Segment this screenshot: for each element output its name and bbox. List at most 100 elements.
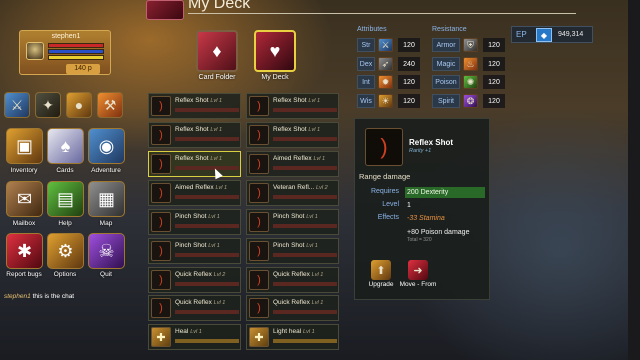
deck-card-slot[interactable]: ) Pinch Shot Lvl 1 <box>246 209 339 235</box>
res-magic-value: 120 <box>483 57 505 71</box>
bow-icon: ) <box>151 183 171 203</box>
deck-card-slot[interactable]: ) Aimed Reflex Lvl 1 <box>148 180 241 206</box>
help-label: Help <box>58 220 72 227</box>
resistance-heading: Resistance <box>432 26 467 33</box>
bow-icon: ) <box>151 270 171 290</box>
card-level: Lvl 1 <box>313 156 326 162</box>
bow-icon: ) <box>249 212 269 232</box>
deck-card-slot[interactable]: ) Veteran Refl... Lvl 2 <box>246 180 339 206</box>
mailbox-button[interactable]: ✉ <box>6 181 43 217</box>
deck-card-slot[interactable]: ) Quick Reflex Lvl 1 <box>246 295 339 321</box>
card-level: Lvl 2 <box>316 185 328 191</box>
card-bar <box>273 339 337 343</box>
deck-card-slot[interactable]: ) Quick Reflex Lvl 1 <box>246 267 339 293</box>
move-from-button[interactable]: ➜ <box>408 260 428 280</box>
map-label: Map <box>99 220 113 227</box>
cards-button[interactable]: ♠ <box>47 128 84 164</box>
move-icon: ➜ <box>413 264 423 277</box>
card-folder-icon: ♦ <box>212 40 222 61</box>
options-button[interactable]: ⚙ <box>47 233 84 269</box>
report-bugs-button[interactable]: ✱ <box>6 233 43 269</box>
card-bar <box>175 282 239 286</box>
sword-icon: ⚔ <box>378 38 393 52</box>
deck-card-slot[interactable]: ✚ Light heal Lvl 1 <box>246 324 339 350</box>
card-bar <box>175 253 239 257</box>
card-name: Reflex Shot <box>273 126 307 133</box>
move-from-label: Move - From <box>399 281 437 288</box>
attr-dex-label: Dex <box>357 57 375 71</box>
help-button[interactable]: ▤ <box>47 181 84 217</box>
card-bar <box>273 282 337 286</box>
res-poison-value: 120 <box>483 75 505 89</box>
card-name: Pinch Shot <box>175 242 207 249</box>
skull-icon: ☠ <box>98 240 115 261</box>
card-bar <box>273 137 337 141</box>
effect-total: Total = 320 <box>407 237 432 243</box>
flame-icon: ♨ <box>463 57 478 71</box>
res-armor-label: Armor <box>432 38 460 52</box>
bow-icon: ) <box>151 96 171 116</box>
poison-icon: ✺ <box>463 75 478 89</box>
card-level: Lvl 1 <box>210 156 223 162</box>
card-folder-button[interactable]: ♦ <box>196 30 238 72</box>
upgrade-button[interactable]: ⬆ <box>371 260 391 280</box>
card-level: Lvl 1 <box>308 127 321 133</box>
deck-card-slot[interactable]: ) Reflex Shot Lvl 1 <box>246 93 339 119</box>
res-spirit-value: 120 <box>483 94 505 108</box>
my-deck-label: My Deck <box>261 74 289 81</box>
bow-icon: ) <box>249 154 269 174</box>
detail-rarity: Rarity +1 <box>409 148 432 154</box>
card-name: Reflex Shot <box>175 126 209 133</box>
claw-icon[interactable]: ✦ <box>35 92 61 118</box>
card-level: Lvl 1 <box>306 243 318 249</box>
deck-card-slot-selected[interactable]: ) Reflex Shot Lvl 1 <box>148 151 241 177</box>
deck-card-slot[interactable]: ) Quick Reflex Lvl 1 <box>148 295 241 321</box>
deck-card-slot[interactable]: ) Pinch Shot Lvl 1 <box>148 209 241 235</box>
health-bar <box>48 43 104 48</box>
ep-label: EP <box>516 30 527 39</box>
axe-icon[interactable]: ⚒ <box>97 92 123 118</box>
deck-card-slot[interactable]: ) Reflex Shot Lvl 1 <box>148 93 241 119</box>
bow-icon: ) <box>151 298 171 318</box>
inventory-button[interactable]: ▣ <box>6 128 43 164</box>
attr-str-label: Str <box>357 38 375 52</box>
ladybug-icon: ✱ <box>16 240 33 261</box>
detail-card-name: Reflex Shot <box>409 138 454 147</box>
my-deck-button[interactable]: ♥ <box>254 30 296 72</box>
player-name: stephen1 <box>51 33 81 40</box>
mace-icon[interactable]: ● <box>66 92 92 118</box>
card-level: Lvl 1 <box>308 98 321 104</box>
report-bugs-label: Report bugs <box>6 271 42 278</box>
mana-bar <box>48 49 104 54</box>
bow-icon: ) <box>249 183 269 203</box>
page-title: My Deck <box>188 0 251 12</box>
card-bar <box>175 224 239 228</box>
quit-button[interactable]: ☠ <box>88 233 125 269</box>
bow-icon: ) <box>151 241 171 261</box>
map-button[interactable]: ▦ <box>88 181 125 217</box>
deck-card-slot[interactable]: ) Reflex Shot Lvl 1 <box>246 122 339 148</box>
card-name: Quick Reflex <box>175 299 212 306</box>
card-level: Lvl 1 <box>303 329 315 335</box>
deck-card-slot[interactable]: ) Pinch Shot Lvl 1 <box>148 238 241 264</box>
adventure-button[interactable]: ◉ <box>88 128 125 164</box>
avatar[interactable] <box>26 42 44 60</box>
deck-card-slot[interactable]: ) Quick Reflex Lvl 2 <box>148 267 241 293</box>
card-name: Quick Reflex <box>273 271 310 278</box>
sword-icon[interactable]: ⚔ <box>4 92 30 118</box>
card-level: Lvl 1 <box>311 300 324 306</box>
deck-card-slot[interactable]: ) Pinch Shot Lvl 1 <box>246 238 339 264</box>
card-name: Aimed Reflex <box>175 184 214 191</box>
card-bar <box>273 166 337 170</box>
deck-card-slot[interactable]: ) Reflex Shot Lvl 1 <box>148 122 241 148</box>
ep-icon: ◆ <box>536 28 552 42</box>
deck-card-slot[interactable]: ) Aimed Reflex Lvl 1 <box>246 151 339 177</box>
attr-dex-value: 240 <box>398 57 420 71</box>
deck-card-slot[interactable]: ✚ Heal Lvl 1 <box>148 324 241 350</box>
card-folder-label: Card Folder <box>198 74 236 81</box>
arrow-icon: ➶ <box>378 57 393 71</box>
card-bar <box>175 310 239 314</box>
card-level: Lvl 2 <box>213 272 226 278</box>
attr-int-label: Int <box>357 75 375 89</box>
card-bar <box>175 166 239 170</box>
